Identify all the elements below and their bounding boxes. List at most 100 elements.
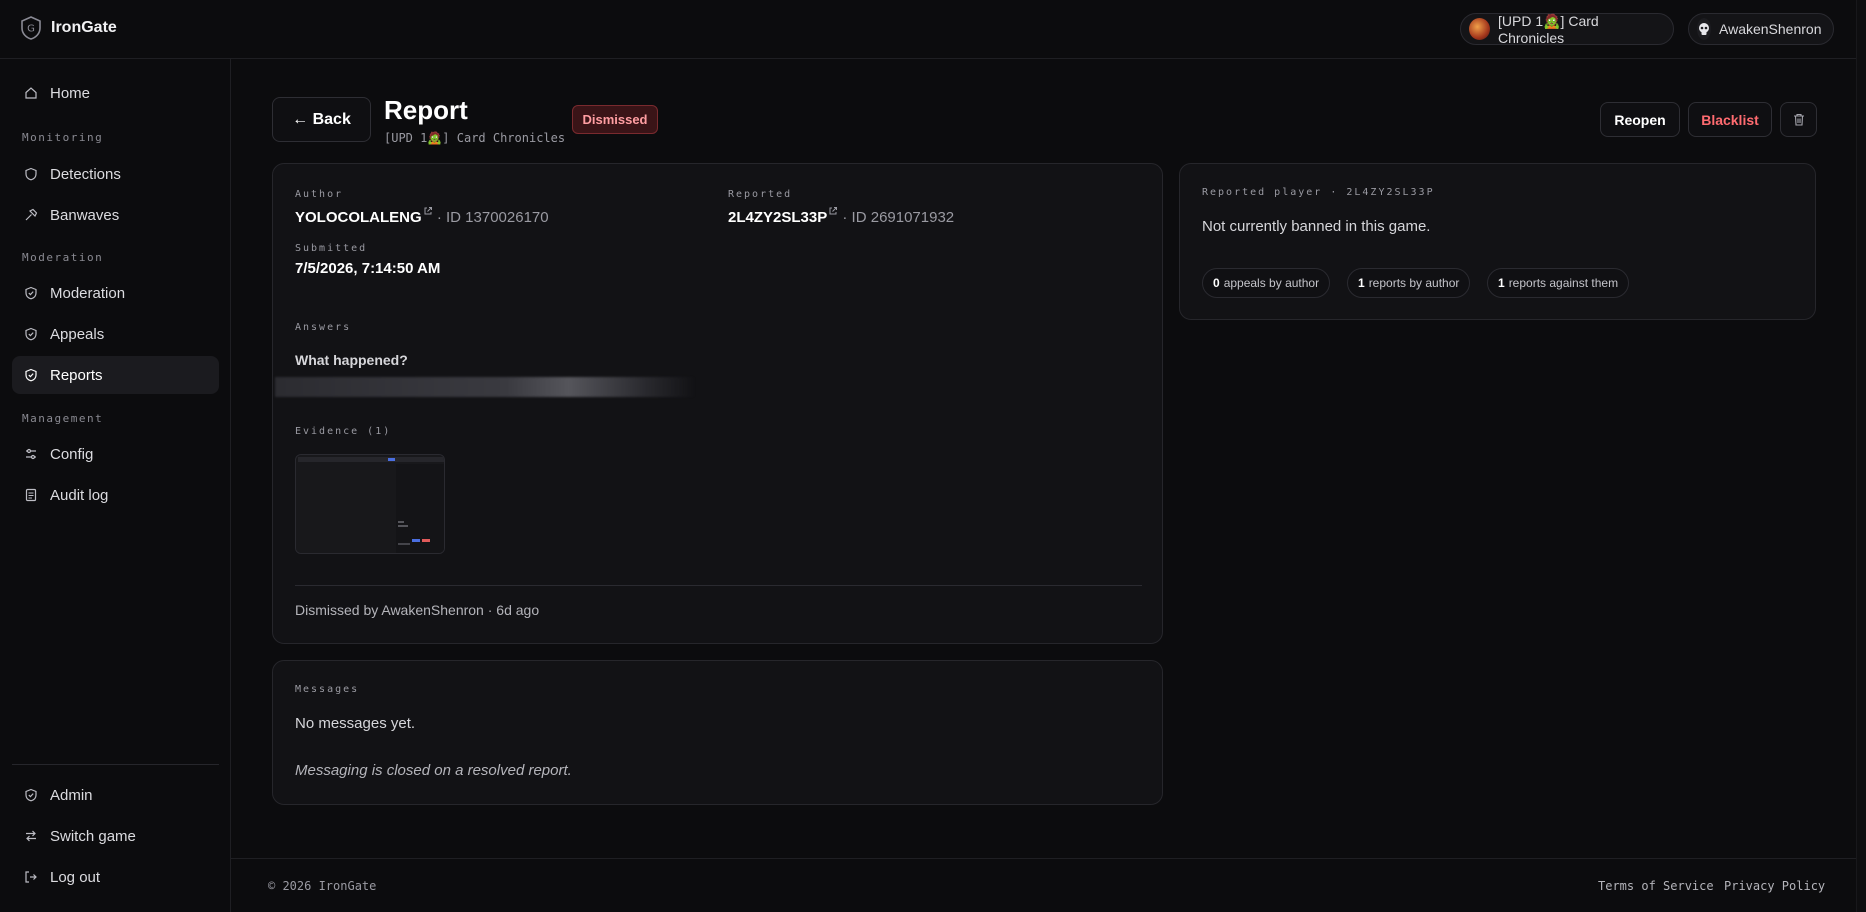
main-content: ← Back Report [UPD 1🧟] Card Chronicles D… [231, 59, 1866, 912]
shield-check-icon [25, 368, 37, 382]
brand[interactable]: G IronGate [20, 16, 117, 40]
sidebar-item-reports[interactable]: Reports [12, 356, 219, 394]
sidebar-item-label: Reports [50, 366, 103, 384]
messages-empty-text: No messages yet. [295, 715, 416, 732]
sidebar-item-appeals[interactable]: Appeals [12, 315, 219, 353]
evidence-label: Evidence (1) [295, 426, 392, 437]
sidebar-item-label: Appeals [50, 325, 105, 343]
status-badge: Dismissed [572, 105, 658, 134]
sidebar-item-banwaves[interactable]: Banwaves [12, 196, 219, 234]
game-selector-label: [UPD 1🧟] Card Chronicles [1498, 12, 1599, 46]
sidebar-item-label: Admin [50, 786, 93, 804]
author-label: Author [295, 189, 344, 200]
back-button[interactable]: ← Back [272, 97, 371, 142]
shield-logo-icon: G [21, 16, 41, 40]
resolution-note: Dismissed by AwakenShenron · 6d ago [295, 602, 540, 618]
game-thumbnail [1469, 18, 1490, 40]
messages-card: Messages No messages yet. Messaging is c… [272, 660, 1163, 805]
stat-label: reports by author [1368, 276, 1460, 290]
reported-value: 2L4ZY2SL33P · ID 2691071932 [728, 206, 954, 226]
page-scrollbar[interactable] [1856, 0, 1866, 912]
stat-reports-by-author[interactable]: 1 reports by author [1347, 268, 1471, 298]
section-moderation: Moderation [22, 251, 104, 264]
sidebar-item-label: Audit log [50, 486, 109, 504]
skull-avatar-icon [1699, 23, 1709, 35]
answers-label: Answers [295, 322, 352, 333]
sidebar-item-label: Home [50, 84, 91, 102]
messages-label: Messages [295, 684, 360, 695]
stat-label: appeals by author [1223, 276, 1320, 290]
sidebar-item-logout[interactable]: Log out [12, 858, 219, 896]
reported-player-card: Reported player · 2L4ZY2SL33P Not curren… [1179, 163, 1816, 320]
external-link-icon[interactable] [828, 206, 838, 216]
stat-appeals-by-author[interactable]: 0 appeals by author [1202, 268, 1331, 298]
evidence-thumbnail[interactable] [295, 454, 445, 554]
reported-id: · ID 2691071932 [842, 209, 955, 226]
sidebar-item-label: Detections [50, 165, 121, 183]
report-details-card: Author YOLOCOLALENG · ID 1370026170 Repo… [272, 163, 1163, 644]
sidebar-item-config[interactable]: Config [12, 435, 219, 473]
author-id: · ID 1370026170 [436, 209, 549, 226]
sidebar-item-label: Switch game [50, 827, 136, 845]
user-name: AwakenShenron [1719, 21, 1822, 37]
author-name-link[interactable]: YOLOCOLALENG [295, 209, 422, 226]
svg-text:G: G [27, 24, 35, 35]
page-title: Report [384, 95, 468, 125]
sidebar-item-home[interactable]: Home [12, 74, 219, 112]
author-value: YOLOCOLALENG · ID 1370026170 [295, 206, 549, 226]
section-monitoring: Monitoring [22, 131, 104, 144]
reopen-button[interactable]: Reopen [1600, 102, 1680, 137]
stat-label: reports against them [1508, 276, 1619, 290]
shield-icon [25, 167, 37, 181]
sidebar-item-moderation[interactable]: Moderation [12, 274, 219, 312]
reported-label: Reported [728, 189, 793, 200]
redacted-answer [275, 377, 695, 397]
card-divider [295, 585, 1142, 586]
reported-player-label: Reported player · 2L4ZY2SL33P [1202, 187, 1435, 198]
sidebar-item-label: Moderation [50, 284, 126, 302]
terms-link[interactable]: Terms of Service [1598, 879, 1714, 893]
user-menu[interactable]: AwakenShenron [1688, 13, 1834, 45]
reported-name-link[interactable]: 2L4ZY2SL33P [728, 209, 827, 226]
shield-check-icon [25, 327, 37, 341]
sidebar-item-switch-game[interactable]: Switch game [12, 817, 219, 855]
hammer-icon [25, 208, 38, 221]
sidebar: Home Monitoring Detections Banwaves Mode… [0, 59, 231, 912]
submitted-label: Submitted [295, 243, 368, 254]
logout-icon [25, 871, 37, 883]
trash-icon [1793, 113, 1804, 126]
privacy-link[interactable]: Privacy Policy [1724, 879, 1825, 893]
sidebar-divider [12, 764, 219, 765]
top-bar: G IronGate [UPD 1🧟] Card Chronicles Awak… [0, 0, 1866, 59]
question-text: What happened? [295, 352, 408, 368]
shield-check-icon [25, 788, 37, 802]
section-management: Management [22, 412, 104, 425]
avatar [1697, 18, 1711, 40]
submitted-value: 7/5/2026, 7:14:50 AM [295, 260, 441, 277]
game-selector[interactable]: [UPD 1🧟] Card Chronicles [1460, 12, 1674, 46]
document-icon [25, 488, 37, 502]
blacklist-button[interactable]: Blacklist [1688, 102, 1772, 137]
evidence-screenshot-preview [296, 455, 444, 553]
sidebar-item-detections[interactable]: Detections [12, 155, 219, 193]
swap-arrows-icon [26, 830, 36, 842]
shield-check-icon [25, 286, 37, 300]
sliders-icon [26, 448, 36, 460]
messaging-closed-text: Messaging is closed on a resolved report… [295, 762, 572, 779]
external-link-icon[interactable] [423, 206, 433, 216]
sidebar-item-label: Banwaves [50, 206, 120, 224]
stat-reports-against-them[interactable]: 1 reports against them [1487, 268, 1630, 298]
stat-count: 1 [1498, 276, 1505, 290]
ban-status-text: Not currently banned in this game. [1202, 218, 1431, 235]
page-subtitle: [UPD 1🧟] Card Chronicles [384, 131, 566, 145]
brand-name: IronGate [51, 19, 117, 36]
copyright: © 2026 IronGate [268, 879, 377, 893]
home-icon [25, 87, 37, 99]
sidebar-item-admin[interactable]: Admin [12, 776, 219, 814]
delete-button[interactable] [1780, 102, 1817, 137]
page-footer: © 2026 IronGate Terms of Service Privacy… [231, 858, 1866, 912]
sidebar-item-label: Log out [50, 868, 101, 886]
sidebar-item-label: Config [50, 445, 94, 463]
sidebar-item-audit-log[interactable]: Audit log [12, 476, 219, 514]
stat-count: 0 [1213, 276, 1220, 290]
